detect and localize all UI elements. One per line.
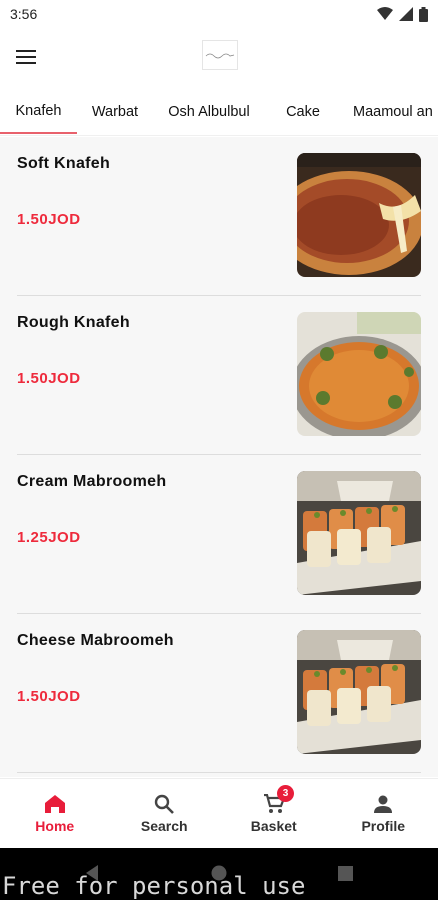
nav-home-label: Home [35, 817, 75, 834]
product-price: 1.50JOD [17, 688, 81, 705]
product-name: Cheese Mabroomeh [17, 632, 174, 649]
wifi-icon [377, 7, 393, 20]
product-image [297, 630, 421, 754]
app-bar [0, 28, 438, 86]
nav-basket[interactable]: 3 Basket [219, 779, 329, 848]
system-navigation-bar: Free for personal use [0, 848, 438, 900]
nav-search-label: Search [140, 817, 188, 834]
hamburger-menu-icon [16, 50, 36, 64]
product-price: 1.50JOD [17, 370, 81, 387]
list-item[interactable]: Soft Knafeh 1.50JOD [17, 137, 421, 296]
product-name: Soft Knafeh [17, 155, 111, 172]
app-logo [202, 40, 238, 70]
battery-icon [419, 6, 428, 22]
tab-cake[interactable]: Cake [265, 90, 341, 134]
nav-basket-label: Basket [250, 817, 297, 834]
product-name: Cream Mabroomeh [17, 473, 167, 490]
recents-icon[interactable] [338, 866, 353, 881]
list-item[interactable]: Cheese Mabroomeh 1.50JOD [17, 614, 421, 773]
product-list: Soft Knafeh 1.50JOD Rough Knafeh 1.50JOD [0, 137, 438, 777]
bottom-navigation: Home Search 3 Basket Profile [0, 778, 438, 848]
cell-signal-icon [399, 7, 413, 21]
category-tabs: Knafeh Warbat Osh Albulbul Cake Maamoul … [0, 90, 438, 136]
product-image [297, 312, 421, 436]
tab-osh-albulbul[interactable]: Osh Albulbul [153, 90, 265, 134]
status-bar: 3:56 [0, 0, 438, 28]
person-icon [374, 795, 393, 813]
nav-profile-label: Profile [361, 817, 406, 834]
product-image [297, 471, 421, 595]
nav-profile[interactable]: Profile [329, 779, 438, 848]
home-icon [44, 794, 65, 813]
tab-maamoul[interactable]: Maamoul an [341, 90, 438, 134]
tab-warbat[interactable]: Warbat [77, 90, 153, 134]
basket-count-badge: 3 [277, 785, 294, 802]
nav-search[interactable]: Search [110, 779, 220, 848]
status-icons [377, 6, 428, 22]
product-price: 1.50JOD [17, 211, 81, 228]
list-item[interactable]: Rough Knafeh 1.50JOD [17, 296, 421, 455]
watermark-text: Free for personal use [2, 872, 306, 900]
menu-button[interactable] [0, 31, 52, 83]
product-name: Rough Knafeh [17, 314, 130, 331]
status-time: 3:56 [10, 6, 38, 22]
nav-home[interactable]: Home [0, 779, 110, 848]
list-item[interactable]: Cream Mabroomeh 1.25JOD [17, 455, 421, 614]
product-price: 1.25JOD [17, 529, 81, 546]
search-icon [155, 794, 175, 814]
product-image [297, 153, 421, 277]
tab-knafeh[interactable]: Knafeh [0, 90, 77, 134]
